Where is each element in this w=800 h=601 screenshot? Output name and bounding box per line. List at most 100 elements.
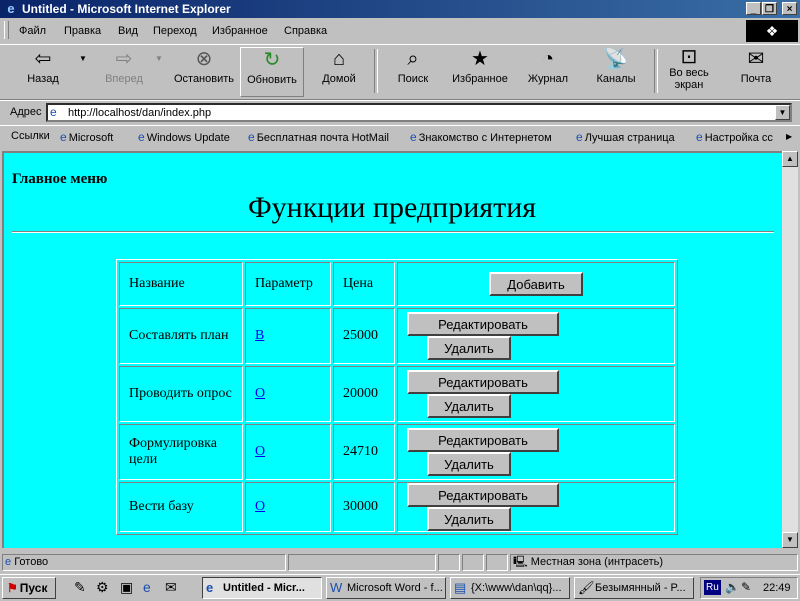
functions-table: Название Параметр Цена Добавить Составля… (116, 259, 678, 535)
language-indicator[interactable]: Ru (704, 580, 721, 595)
mail-icon: ✉ (747, 48, 765, 70)
forward-arrow-icon: ⇨ (115, 48, 133, 70)
edit-button[interactable]: Редактировать (407, 312, 559, 336)
row-param-link[interactable]: О (255, 386, 265, 401)
clock: 22:49 (763, 582, 791, 594)
row-name: Составлять план (119, 308, 243, 364)
menu-file[interactable]: Файл (19, 25, 46, 37)
back-dropdown[interactable]: ▼ (76, 47, 90, 97)
channels-button[interactable]: 📡 Каналы (588, 47, 644, 97)
refresh-button[interactable]: ↻ Обновить (240, 47, 304, 97)
windows-flag-icon: ⚑ (7, 581, 18, 595)
link-hotmail[interactable]: e Бесплатная почта HotMail (248, 130, 389, 144)
ie-icon: e (7, 1, 15, 16)
zone-panel: 🖳 Местная зона (интрасеть) (510, 554, 798, 571)
quicklaunch-ie-icon[interactable]: e (143, 579, 151, 595)
quicklaunch-icon[interactable]: ✉ (165, 579, 177, 596)
row-name: Проводить опрос (119, 366, 243, 422)
task-ie[interactable]: e Untitled - Micr... (202, 577, 322, 599)
link-microsoft[interactable]: e Microsoft (60, 130, 113, 144)
header-actions: Добавить (397, 262, 675, 306)
home-button[interactable]: ⌂ Домой (310, 47, 368, 97)
paint-icon: 🖌 (578, 580, 595, 595)
task-word[interactable]: W Microsoft Word - f... (326, 577, 446, 599)
quicklaunch-icon[interactable]: ⚙ (96, 579, 109, 596)
row-param-link[interactable]: О (255, 499, 265, 514)
toolbar-separator (374, 49, 378, 93)
quicklaunch-desktop-icon[interactable]: ▣ (120, 579, 133, 596)
status-text-panel: e Готово (2, 554, 286, 571)
tray-icon[interactable]: ✎ (741, 580, 751, 594)
maximize-button[interactable]: ❐ (762, 2, 777, 15)
main-menu-link[interactable]: Главное меню (12, 171, 107, 188)
forward-button[interactable]: ⇨ Вперед (96, 47, 152, 97)
back-button[interactable]: ⇦ Назад (10, 47, 76, 97)
menu-favorites[interactable]: Избранное (212, 25, 268, 37)
address-box[interactable]: e ▼ (46, 103, 792, 122)
title-bar[interactable]: e Untitled - Microsoft Internet Explorer… (0, 0, 800, 18)
row-price: 25000 (333, 308, 395, 364)
scroll-up-icon[interactable]: ▲ (782, 151, 798, 167)
delete-button[interactable]: Удалить (427, 394, 511, 418)
menu-help[interactable]: Справка (284, 25, 327, 37)
task-paint[interactable]: 🖌 Безымянный - P... (574, 577, 694, 599)
ie-link-icon: e (410, 130, 417, 144)
search-icon: ⌕ (407, 48, 419, 70)
address-input[interactable] (68, 105, 768, 120)
row-name: Вести базу (119, 482, 243, 532)
row-actions: Редактировать Удалить (397, 366, 675, 422)
task-folder[interactable]: ▤ {X:\www\dan\qq}... (450, 577, 570, 599)
edit-button[interactable]: Редактировать (407, 370, 559, 394)
row-param-link[interactable]: О (255, 444, 265, 459)
address-dropdown-icon[interactable]: ▼ (775, 105, 790, 120)
edit-button[interactable]: Редактировать (407, 483, 559, 507)
page-title: Функции предприятия (247, 191, 537, 224)
link-customize[interactable]: e Настройка сс (696, 130, 773, 144)
stop-button[interactable]: ⊗ Остановить (170, 47, 238, 97)
links-label: Ссылки (11, 130, 50, 142)
taskbar: ⚑ Пуск ✎ ⚙ ▣ e ✉ e Untitled - Micr... W Mic… (0, 574, 800, 601)
row-actions: Редактировать Удалить (397, 482, 675, 532)
quicklaunch-icon[interactable]: ✎ (74, 579, 86, 596)
delete-button[interactable]: Удалить (427, 336, 511, 360)
links-more-icon[interactable]: ▶ (786, 132, 792, 141)
menu-view[interactable]: Вид (118, 25, 138, 37)
refresh-icon: ↻ (263, 49, 281, 71)
row-param-link[interactable]: В (255, 328, 264, 343)
page-icon: e (50, 105, 57, 119)
status-panel (438, 554, 460, 571)
link-internet-start[interactable]: e Знакомство с Интернетом (410, 130, 552, 144)
status-panel (288, 554, 436, 571)
link-windows-update[interactable]: e Windows Update (138, 130, 230, 144)
intranet-zone-icon: 🖳 (513, 556, 528, 568)
ie-icon: e (206, 580, 214, 595)
edit-button[interactable]: Редактировать (407, 428, 559, 452)
volume-icon[interactable]: 🔈 (725, 580, 740, 594)
stop-icon: ⊗ (195, 48, 213, 70)
menu-go[interactable]: Переход (153, 25, 197, 37)
address-bar: Адрес e ▼ (0, 100, 800, 125)
ie-link-icon: e (138, 130, 145, 144)
search-button[interactable]: ⌕ Поиск (386, 47, 440, 97)
links-bar: Ссылки e Microsoft e Windows Update e Беспл… (0, 125, 800, 148)
row-price: 20000 (333, 366, 395, 422)
link-best-page[interactable]: e Лучшая страница (576, 130, 675, 144)
fullscreen-button[interactable]: ⊡ Во весь экран (664, 47, 714, 97)
delete-button[interactable]: Удалить (427, 452, 511, 476)
scroll-down-icon[interactable]: ▼ (782, 532, 798, 548)
close-button[interactable]: × (782, 2, 797, 15)
favorites-button[interactable]: ★ Избранное (448, 47, 512, 97)
add-button[interactable]: Добавить (489, 272, 583, 296)
mail-button[interactable]: ✉ Почта (730, 47, 782, 97)
word-icon: W (330, 580, 343, 595)
forward-dropdown[interactable]: ▼ (152, 47, 166, 97)
start-button[interactable]: ⚑ Пуск (2, 577, 56, 599)
row-price: 30000 (333, 482, 395, 532)
delete-button[interactable]: Удалить (427, 507, 511, 531)
address-label: Адрес (10, 106, 42, 118)
row-price: 24710 (333, 424, 395, 480)
history-button[interactable]: ◔ Журнал (520, 47, 576, 97)
menu-edit[interactable]: Правка (64, 25, 101, 37)
minimize-button[interactable]: _ (746, 2, 761, 15)
vertical-scrollbar[interactable]: ▲ ▼ (782, 151, 798, 548)
